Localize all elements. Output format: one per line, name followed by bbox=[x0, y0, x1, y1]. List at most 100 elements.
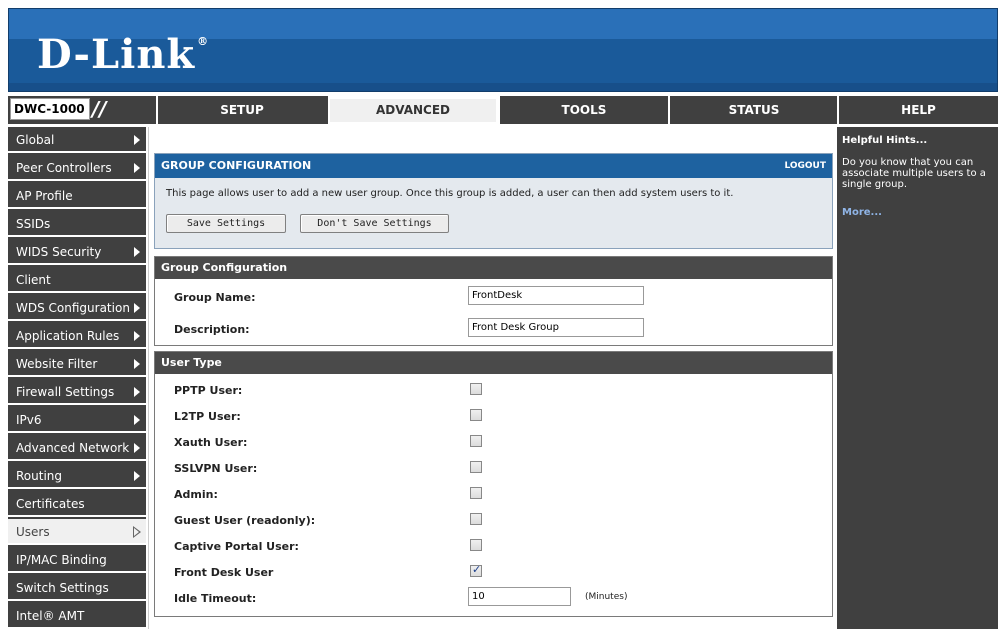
sidebar-item-global[interactable]: Global bbox=[8, 127, 146, 153]
tab-setup[interactable]: SETUP bbox=[156, 96, 326, 124]
sidebar-item-label: Routing bbox=[16, 469, 63, 483]
user-type-section: User Type PPTP User: L2TP User: Xauth Us… bbox=[154, 351, 833, 617]
sidebar-item-client[interactable]: Client bbox=[8, 267, 146, 293]
sidebar-item-wds-configuration[interactable]: WDS Configuration bbox=[8, 295, 146, 321]
dont-save-button[interactable]: Don't Save Settings bbox=[300, 214, 449, 233]
chevron-right-icon bbox=[134, 443, 140, 453]
sidebar-item-application-rules[interactable]: Application Rules bbox=[8, 323, 146, 349]
idle-timeout-input[interactable] bbox=[468, 587, 571, 606]
chevron-right-icon bbox=[134, 331, 140, 341]
sidebar-item-label: SSIDs bbox=[16, 217, 51, 231]
chevron-right-outline-icon bbox=[133, 526, 141, 538]
description-label: Description: bbox=[174, 323, 250, 336]
chevron-right-icon bbox=[134, 135, 140, 145]
sidebar-item-peer-controllers[interactable]: Peer Controllers bbox=[8, 155, 146, 181]
idle-timeout-unit: (Minutes) bbox=[585, 592, 628, 602]
description-row: Description: bbox=[155, 317, 832, 343]
sidebar-item-routing[interactable]: Routing bbox=[8, 463, 146, 489]
description-input[interactable] bbox=[468, 318, 644, 337]
help-panel: Helpful Hints... Do you know that you ca… bbox=[837, 127, 998, 629]
section-title: User Type bbox=[155, 352, 832, 374]
chevron-right-icon bbox=[134, 415, 140, 425]
group-config-panel: GROUP CONFIGURATION LOGOUT This page all… bbox=[154, 153, 833, 249]
sidebar-item-label: Intel® AMT bbox=[16, 609, 85, 623]
chevron-right-icon bbox=[134, 163, 140, 173]
xauth-user-label: Xauth User: bbox=[174, 436, 248, 449]
logout-link[interactable]: LOGOUT bbox=[784, 154, 826, 178]
logo-text: D-Link bbox=[37, 31, 196, 78]
main-content: GROUP CONFIGURATION LOGOUT This page all… bbox=[148, 127, 836, 629]
sidebar-item-ipv6[interactable]: IPv6 bbox=[8, 407, 146, 433]
idle-timeout-row: Idle Timeout: (Minutes) bbox=[155, 586, 832, 612]
group-name-row: Group Name: bbox=[155, 285, 832, 311]
tab-status[interactable]: STATUS bbox=[668, 96, 838, 124]
sidebar-item-label: Website Filter bbox=[16, 357, 98, 371]
sidebar-item-wids-security[interactable]: WIDS Security bbox=[8, 239, 146, 265]
sidebar-item-label: Peer Controllers bbox=[16, 161, 112, 175]
sidebar-item-intel-amt[interactable]: Intel® AMT bbox=[8, 603, 146, 629]
section-title: Group Configuration bbox=[155, 257, 832, 279]
group-name-label: Group Name: bbox=[174, 291, 256, 304]
model-area: DWC-1000 // bbox=[8, 96, 154, 124]
l2tp-user-checkbox[interactable] bbox=[470, 409, 482, 421]
group-configuration-section: Group Configuration Group Name: Descript… bbox=[154, 256, 833, 346]
captive-portal-user-label: Captive Portal User: bbox=[174, 540, 299, 553]
header-banner: D-Link ® bbox=[8, 8, 998, 92]
sidebar-item-label: Advanced Network bbox=[16, 441, 130, 455]
sslvpn-user-checkbox[interactable] bbox=[470, 461, 482, 473]
admin-checkbox[interactable] bbox=[470, 487, 482, 499]
sidebar-item-users[interactable]: Users bbox=[8, 519, 146, 545]
chevron-right-icon bbox=[134, 359, 140, 369]
sidebar-item-ssids[interactable]: SSIDs bbox=[8, 211, 146, 237]
model-slash: // bbox=[92, 97, 107, 121]
pptp-user-label: PPTP User: bbox=[174, 384, 243, 397]
sidebar-item-switch-settings[interactable]: Switch Settings bbox=[8, 575, 146, 601]
captive-portal-user-checkbox[interactable] bbox=[470, 539, 482, 551]
top-nav: DWC-1000 // SETUP ADVANCED TOOLS STATUS … bbox=[8, 96, 998, 124]
user-type-row: Xauth User: bbox=[155, 430, 832, 456]
group-name-input[interactable] bbox=[468, 286, 644, 305]
front-desk-user-checkbox[interactable] bbox=[470, 563, 482, 577]
sidebar-item-certificates[interactable]: Certificates bbox=[8, 491, 146, 517]
sidebar-item-label: Client bbox=[16, 273, 51, 287]
sidebar-item-label: Application Rules bbox=[16, 329, 120, 343]
user-type-row: Front Desk User bbox=[155, 560, 832, 586]
user-type-row: Guest User (readonly): bbox=[155, 508, 832, 534]
sidebar-item-label: Firewall Settings bbox=[16, 385, 115, 399]
page-title: GROUP CONFIGURATION bbox=[155, 154, 832, 178]
dlink-logo: D-Link ® bbox=[37, 31, 209, 78]
sidebar-item-label: Global bbox=[16, 133, 55, 147]
idle-timeout-label: Idle Timeout: bbox=[174, 592, 257, 605]
help-more-link[interactable]: More... bbox=[842, 207, 882, 218]
chevron-right-icon bbox=[134, 387, 140, 397]
user-type-row: L2TP User: bbox=[155, 404, 832, 430]
sidebar-item-firewall-settings[interactable]: Firewall Settings bbox=[8, 379, 146, 405]
help-title: Helpful Hints... bbox=[842, 135, 928, 146]
sidebar-item-ip-mac-binding[interactable]: IP/MAC Binding bbox=[8, 547, 146, 573]
user-type-row: Admin: bbox=[155, 482, 832, 508]
sslvpn-user-label: SSLVPN User: bbox=[174, 462, 258, 475]
sidebar-item-ap-profile[interactable]: AP Profile bbox=[8, 183, 146, 209]
sidebar-item-label: Certificates bbox=[16, 497, 85, 511]
sidebar-item-label: IP/MAC Binding bbox=[16, 553, 107, 567]
page-description: This page allows user to add a new user … bbox=[166, 188, 734, 199]
tab-tools[interactable]: TOOLS bbox=[498, 96, 668, 124]
xauth-user-checkbox[interactable] bbox=[470, 435, 482, 447]
tab-advanced[interactable]: ADVANCED bbox=[328, 96, 498, 124]
sidebar-item-label: WIDS Security bbox=[16, 245, 102, 259]
sidebar-item-advanced-network[interactable]: Advanced Network bbox=[8, 435, 146, 461]
save-button[interactable]: Save Settings bbox=[166, 214, 286, 233]
admin-label: Admin: bbox=[174, 488, 218, 501]
chevron-right-icon bbox=[134, 303, 140, 313]
tab-help[interactable]: HELP bbox=[837, 96, 998, 124]
guest-user-checkbox[interactable] bbox=[470, 513, 482, 525]
user-type-row: Captive Portal User: bbox=[155, 534, 832, 560]
sidebar-item-label: Switch Settings bbox=[16, 581, 109, 595]
sidebar: Global Peer Controllers AP Profile SSIDs… bbox=[8, 127, 146, 629]
sidebar-item-website-filter[interactable]: Website Filter bbox=[8, 351, 146, 377]
chevron-right-icon bbox=[134, 247, 140, 257]
guest-user-label: Guest User (readonly): bbox=[174, 514, 316, 527]
user-type-row: SSLVPN User: bbox=[155, 456, 832, 482]
pptp-user-checkbox[interactable] bbox=[470, 383, 482, 395]
model-name: DWC-1000 bbox=[10, 98, 90, 120]
